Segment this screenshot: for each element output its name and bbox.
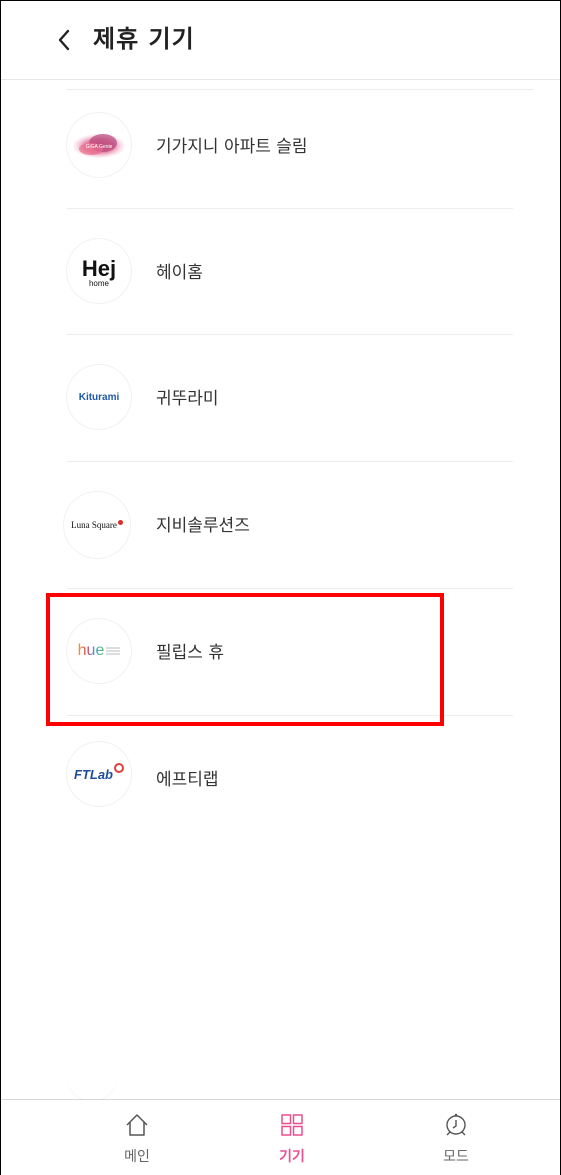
kiturami-logo-text: Kiturami: [78, 391, 120, 403]
hue-logo-lines-icon: [106, 647, 121, 655]
nav-item-mode[interactable]: 모드: [406, 1100, 506, 1175]
device-name: 필립스 휴: [156, 643, 224, 663]
back-button[interactable]: [51, 27, 77, 53]
kiturami-logo: Kiturami: [67, 365, 131, 429]
header: 제휴 기기: [1, 1, 560, 80]
list-item[interactable]: Luna Square 지비솔루션즈: [1, 462, 560, 589]
nav-label: 기기: [279, 1149, 305, 1165]
hej-home-logo: Hej home: [67, 239, 131, 303]
ftlab-mark-icon: [114, 763, 124, 773]
device-name: 귀뚜라미: [156, 389, 219, 409]
device-name: 지비솔루션즈: [156, 516, 250, 536]
list-item[interactable]: GiGA Genie 기가지니 아파트 슬림: [1, 83, 560, 210]
nav-item-main[interactable]: 메인: [87, 1100, 187, 1175]
luna-square-dot-icon: [117, 519, 123, 525]
device-name: 헤이홈: [156, 263, 203, 283]
hej-logo-subtext: home: [88, 278, 109, 288]
list-item[interactable]: Hej home 헤이홈: [1, 209, 560, 336]
luna-square-logo: Luna Square: [64, 492, 130, 558]
nav-item-devices[interactable]: 기기: [242, 1100, 342, 1175]
ftlab-logo: FTLab: [67, 742, 131, 806]
philips-hue-logo: hue: [67, 619, 131, 683]
nav-label: 메인: [124, 1149, 150, 1165]
list-item[interactable]: Kiturami 귀뚜라미: [1, 335, 560, 462]
grid-icon: [281, 1114, 303, 1136]
app-frame: 제휴 기기 GiGA Genie 기가지니 아파트 슬림 Hej home 헤이…: [0, 0, 561, 1175]
device-name: 기가지니 아파트 슬림: [156, 137, 308, 157]
device-name: 에프티랩: [156, 770, 219, 790]
home-icon: [126, 1114, 148, 1136]
partial-logo: [67, 1071, 117, 1102]
giga-genie-logo: GiGA Genie: [67, 113, 131, 177]
chevron-left-icon: [58, 29, 70, 51]
nav-label: 모드: [443, 1149, 469, 1165]
page-title: 제휴 기기: [93, 25, 195, 53]
bottom-nav: 메인 기기 모드: [1, 1099, 560, 1175]
hue-logo-text: hue: [77, 642, 105, 659]
list-item[interactable]: hue 필립스 휴: [1, 589, 560, 716]
giga-genie-logo-graphic: GiGA Genie: [73, 134, 125, 158]
list-item[interactable]: FTLab 에프티랩: [1, 716, 560, 843]
giga-genie-logo-text: GiGA Genie: [86, 144, 113, 150]
clock-icon: [446, 1113, 466, 1136]
luna-square-logo-text: Luna Square: [71, 520, 117, 530]
hej-logo-text: Hej: [81, 255, 117, 281]
ftlab-logo-text: FTLab: [74, 766, 113, 782]
